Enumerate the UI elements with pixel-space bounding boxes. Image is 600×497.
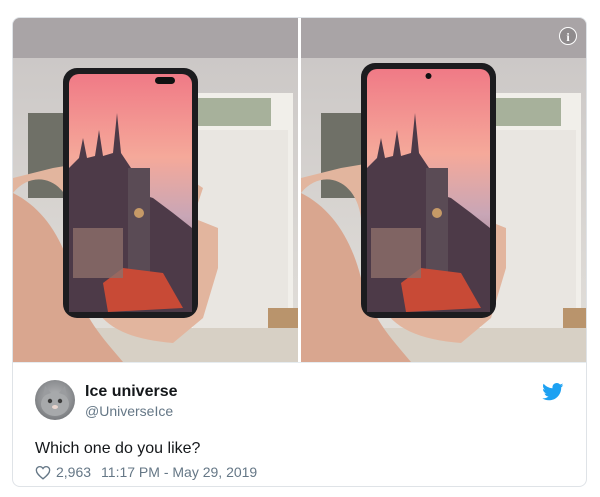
like-count[interactable]: 2,963 [56,464,91,480]
tweet-text: Which one do you like? [35,440,201,457]
tweet-timestamp[interactable]: 11:17 PM - May 29, 2019 [101,464,257,480]
avatar[interactable] [35,380,75,420]
author-handle[interactable]: @UniverseIce [85,403,173,419]
tweet-meta: 2,963 11:17 PM - May 29, 2019 [35,464,257,480]
heart-icon[interactable] [35,465,51,480]
photo-left[interactable] [13,18,298,362]
photo-right[interactable]: i [301,18,586,362]
twitter-bird-icon[interactable] [542,383,564,401]
embedded-tweet-card: i Ice universe @UniverseIce Which one do… [12,17,587,487]
cat-avatar-icon [41,386,69,416]
phone-photo-center-punch-hole [301,18,586,362]
tweet-body: Ice universe @UniverseIce Which one do y… [13,362,586,486]
phone-photo-dual-punch-hole [13,18,298,362]
info-icon[interactable]: i [559,27,577,45]
author-name[interactable]: Ice universe [85,383,178,401]
photo-grid: i [13,18,586,362]
